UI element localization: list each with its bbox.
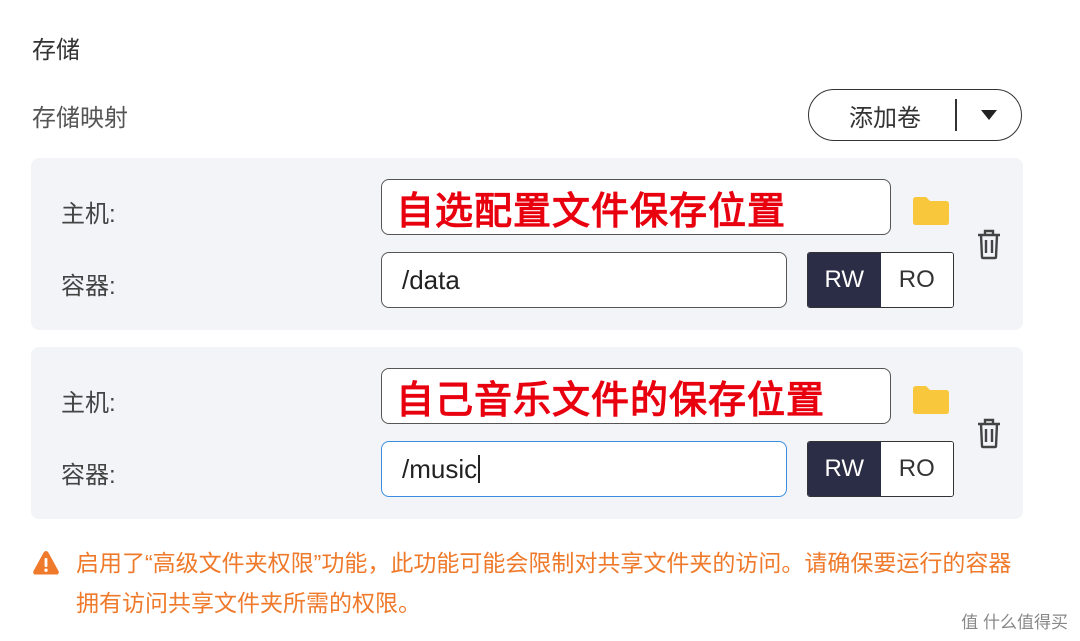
host-path-annotation: 自己音乐文件的保存位置 xyxy=(396,377,826,422)
folder-icon[interactable] xyxy=(911,194,951,231)
container-path-input[interactable]: /data xyxy=(381,252,787,308)
warning-text: 启用了“高级文件夹权限”功能，此功能可能会限制对共享文件夹的访问。请确保要运行的… xyxy=(76,550,1012,616)
mode-ro-button[interactable]: RO xyxy=(880,442,953,496)
add-volume-button[interactable]: 添加卷 xyxy=(808,89,1022,141)
text-caret xyxy=(478,455,480,483)
trash-icon[interactable] xyxy=(975,228,1003,265)
mode-rw-button[interactable]: RW xyxy=(808,442,881,496)
container-path-value: /music xyxy=(402,453,478,484)
volume-mapping-card: 主机: 自选配置文件保存位置 容器: /data RW RO xyxy=(31,158,1023,330)
container-label: 容器: xyxy=(61,273,116,300)
mode-ro-button[interactable]: RO xyxy=(880,253,953,307)
mode-rw-button[interactable]: RW xyxy=(808,253,881,307)
host-path-input[interactable]: 自选配置文件保存位置 xyxy=(381,179,891,235)
folder-icon[interactable] xyxy=(911,383,951,420)
volume-mapping-card: 主机: 自己音乐文件的保存位置 容器: /music RW RO xyxy=(31,347,1023,519)
section-title: 存储 xyxy=(32,37,80,64)
watermark: 值 什么值得买 xyxy=(961,608,1068,633)
mode-toggle: RW RO xyxy=(807,252,954,308)
permission-warning: 启用了“高级文件夹权限”功能，此功能可能会限制对共享文件夹的访问。请确保要运行的… xyxy=(32,543,1032,623)
container-path-input[interactable]: /music xyxy=(381,441,787,497)
host-label: 主机: xyxy=(61,390,116,417)
watermark-text: 值 什么值得买 xyxy=(961,613,1068,632)
storage-mapping-subtitle: 存储映射 xyxy=(32,105,128,132)
add-volume-label: 添加卷 xyxy=(849,104,921,132)
host-path-input[interactable]: 自己音乐文件的保存位置 xyxy=(381,368,891,424)
container-path-value: /data xyxy=(402,264,460,295)
trash-icon[interactable] xyxy=(975,417,1003,454)
add-volume-dropdown[interactable] xyxy=(957,109,1021,121)
caret-down-icon xyxy=(981,110,997,120)
warning-icon xyxy=(32,549,62,623)
host-label: 主机: xyxy=(61,201,116,228)
host-path-annotation: 自选配置文件保存位置 xyxy=(396,188,787,233)
container-label: 容器: xyxy=(61,462,116,489)
mode-toggle: RW RO xyxy=(807,441,954,497)
